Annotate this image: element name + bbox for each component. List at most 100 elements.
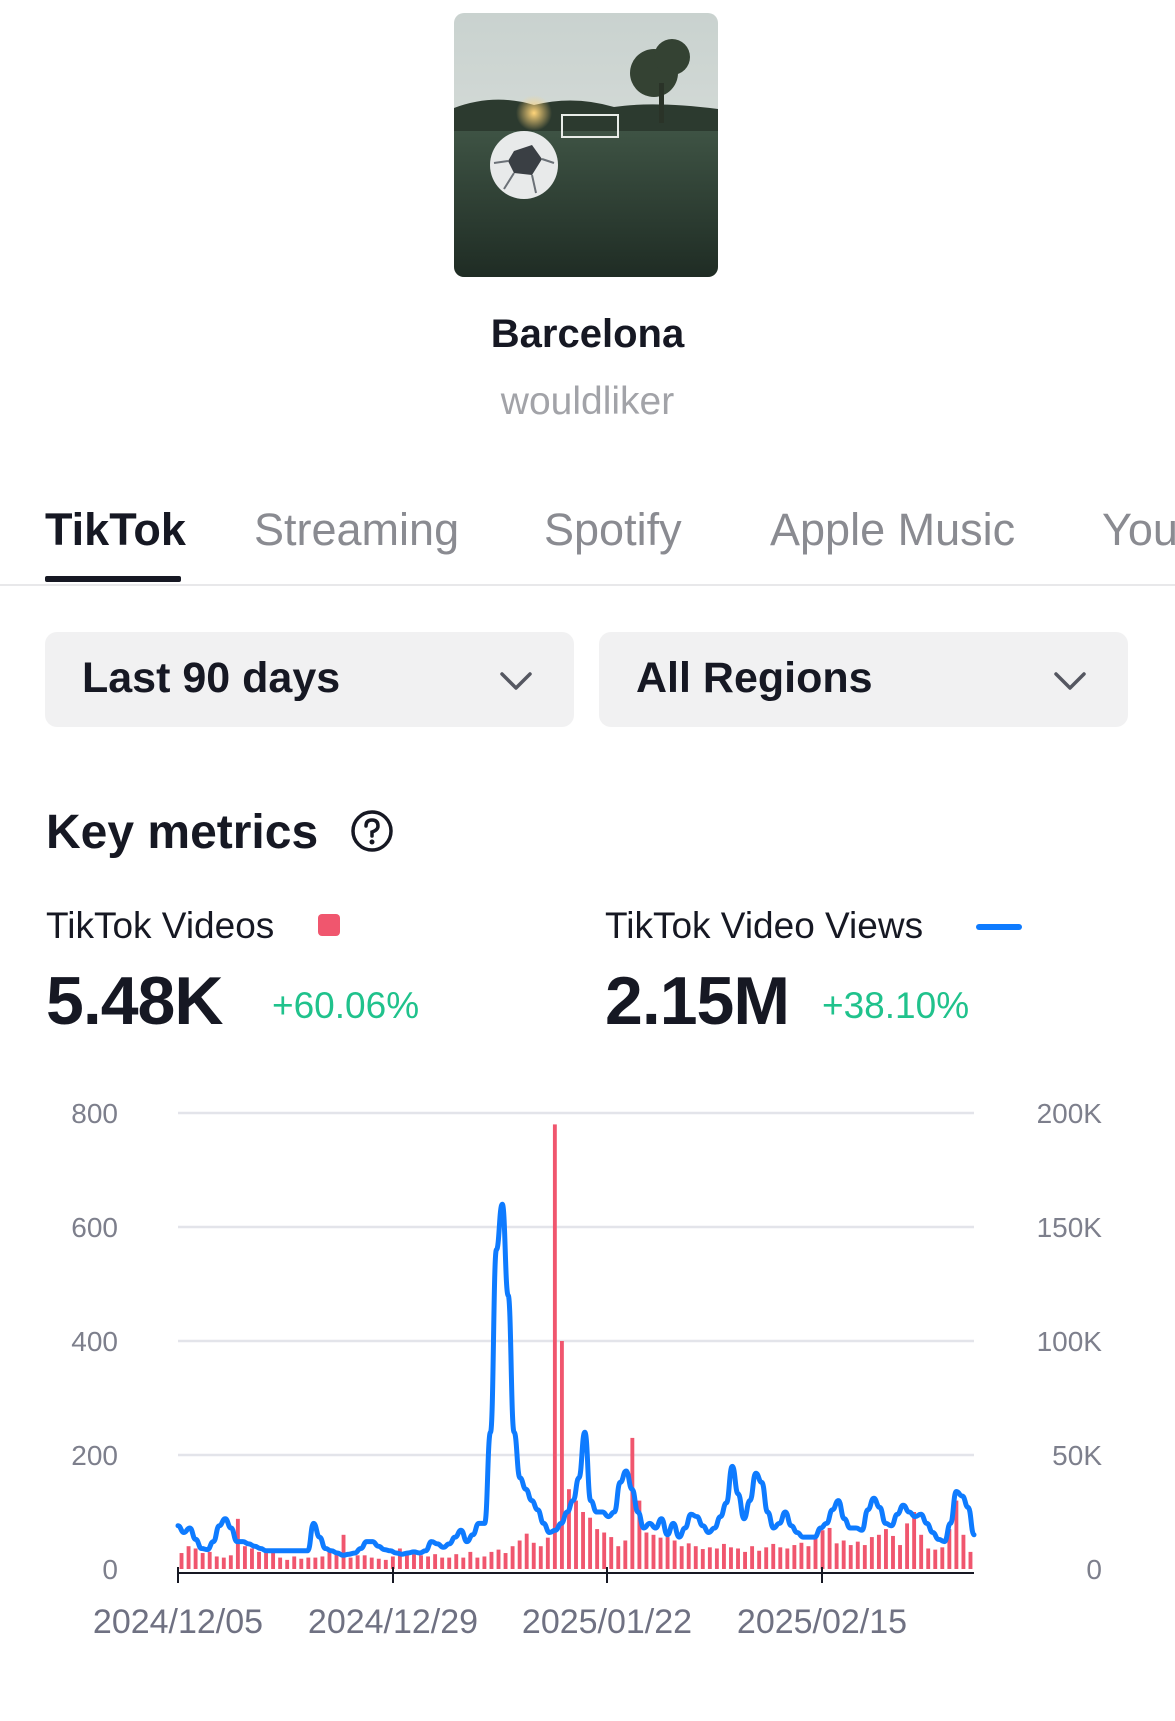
videos-bar <box>736 1548 740 1569</box>
videos-bar <box>292 1556 297 1569</box>
videos-bar <box>595 1529 600 1569</box>
videos-bar <box>214 1556 219 1569</box>
videos-bar <box>658 1537 663 1569</box>
x-tick-label: 2025/02/15 <box>737 1603 907 1640</box>
period-select[interactable]: Last 90 days <box>45 632 574 727</box>
chevron-down-icon <box>1054 672 1086 690</box>
videos-bar <box>496 1549 501 1569</box>
chevron-down-icon <box>500 672 532 690</box>
y-left-tick-label: 200 <box>71 1440 118 1471</box>
videos-bar <box>489 1551 494 1569</box>
question-circle-icon[interactable] <box>350 809 394 853</box>
videos-bar <box>968 1551 973 1569</box>
views-metric-label: TikTok Video Views <box>605 905 924 946</box>
region-select[interactable]: All Regions <box>599 632 1128 727</box>
videos-bar <box>785 1548 790 1569</box>
artist-name[interactable]: wouldliker <box>0 380 1175 424</box>
metrics-chart[interactable]: 0 0 200 50K 400 100K 600 150K 800 200K 2024/12/05 2… <box>0 1080 1175 1640</box>
y-right-tick-label: 50K <box>1052 1440 1102 1471</box>
videos-bar <box>862 1545 867 1569</box>
videos-bar <box>264 1553 268 1569</box>
videos-bar <box>602 1532 607 1569</box>
videos-bar <box>559 1341 564 1569</box>
videos-bar <box>848 1545 853 1569</box>
y-right-tick-label: 150K <box>1037 1212 1103 1243</box>
videos-legend-swatch <box>318 914 340 936</box>
tab-spotify[interactable]: Spotify <box>544 504 682 556</box>
videos-bar <box>517 1540 522 1569</box>
videos-bar <box>581 1512 585 1569</box>
videos-bar <box>799 1542 804 1569</box>
videos-bar <box>285 1559 290 1569</box>
x-tick-label: 2024/12/29 <box>308 1603 478 1640</box>
videos-bar <box>468 1551 473 1569</box>
videos-bar <box>771 1543 776 1569</box>
videos-bar <box>609 1537 614 1569</box>
videos-bar <box>412 1553 416 1569</box>
videos-bar <box>538 1546 543 1569</box>
videos-bar <box>891 1535 895 1569</box>
y-right-tick-label: 200K <box>1037 1098 1103 1129</box>
videos-bar <box>207 1551 212 1569</box>
videos-bar <box>419 1555 423 1569</box>
y-left-tick-label: 600 <box>71 1212 118 1243</box>
videos-bar <box>905 1523 910 1569</box>
videos-bar <box>306 1557 311 1569</box>
videos-bar <box>876 1534 881 1569</box>
videos-bar <box>250 1548 254 1569</box>
videos-bar <box>757 1550 762 1569</box>
videos-bar <box>545 1537 550 1569</box>
views-metric-value: 2.15M <box>605 963 790 1039</box>
videos-bar <box>320 1556 325 1569</box>
videos-bar <box>764 1547 769 1569</box>
videos-bar <box>729 1547 733 1569</box>
videos-bar <box>327 1551 332 1569</box>
videos-bar <box>503 1553 508 1569</box>
videos-bar <box>644 1532 649 1569</box>
videos-bar <box>369 1557 374 1569</box>
videos-bar <box>869 1537 874 1569</box>
videos-bar <box>348 1557 353 1569</box>
videos-bar <box>714 1548 719 1569</box>
videos-bar <box>693 1546 698 1569</box>
videos-bar <box>200 1553 205 1569</box>
videos-bar <box>700 1549 705 1569</box>
videos-bar <box>299 1558 304 1569</box>
videos-bar <box>531 1542 536 1569</box>
videos-bar <box>524 1533 529 1569</box>
tab-youtube[interactable]: You <box>1102 504 1175 556</box>
videos-bar <box>482 1556 487 1569</box>
videos-bar <box>926 1548 931 1569</box>
videos-bar <box>792 1545 797 1569</box>
videos-bar <box>355 1555 360 1569</box>
platform-tabs: TikTok Streaming Spotify Apple Music You <box>0 490 1175 586</box>
videos-bar <box>827 1527 832 1569</box>
tab-streaming[interactable]: Streaming <box>254 504 459 556</box>
videos-bar <box>651 1534 656 1569</box>
y-left-tick-label: 800 <box>71 1098 118 1129</box>
videos-bar <box>672 1540 677 1569</box>
videos-bar <box>778 1547 783 1569</box>
videos-bar <box>221 1557 226 1569</box>
videos-bar <box>475 1557 480 1569</box>
videos-bar <box>242 1546 247 1569</box>
track-title: Barcelona <box>490 312 685 356</box>
videos-bar <box>552 1124 557 1569</box>
videos-bar <box>665 1537 670 1569</box>
videos-bar <box>447 1557 452 1569</box>
videos-bar <box>623 1540 628 1569</box>
y-left-tick-label: 400 <box>71 1326 118 1357</box>
videos-bar <box>383 1559 388 1569</box>
videos-bar <box>919 1534 924 1569</box>
videos-bar <box>806 1546 811 1569</box>
videos-bar <box>454 1554 459 1569</box>
videos-bar <box>898 1545 902 1569</box>
views-metric-change: +38.10% <box>822 985 970 1026</box>
videos-bar <box>841 1540 846 1569</box>
videos-bar <box>426 1556 431 1569</box>
tab-tiktok[interactable]: TikTok <box>45 504 186 556</box>
x-tick-label: 2024/12/05 <box>93 1603 263 1640</box>
videos-bar <box>940 1547 945 1569</box>
tab-apple-music[interactable]: Apple Music <box>770 504 1015 556</box>
videos-bar <box>257 1551 261 1569</box>
